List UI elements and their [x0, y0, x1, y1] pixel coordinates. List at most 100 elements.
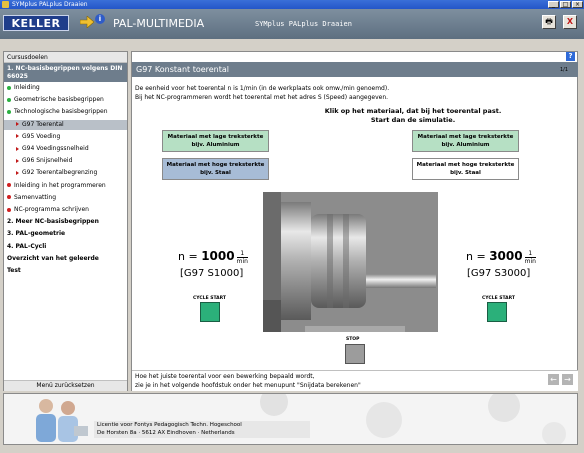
bullet-icon — [7, 183, 11, 188]
bullet-icon — [7, 195, 11, 200]
help-icon[interactable]: ? — [566, 52, 575, 61]
lathe-simulation — [263, 192, 438, 332]
button-sublabel: bijv. Staal — [200, 170, 231, 176]
material-low-strength-button-left[interactable]: Materiaal met lage treksterkte bijv. Alu… — [162, 130, 269, 152]
stop-button[interactable] — [345, 344, 365, 364]
sidebar-item[interactable]: G95 Voeding — [4, 132, 127, 142]
reset-menu-button[interactable]: Menü zurücksetzen — [4, 380, 127, 391]
course-title: SYMplus PALplus Draaien — [255, 20, 352, 28]
intro-text: De eenheid voor het toerental n is 1/min… — [135, 84, 389, 102]
page-title: G97 Konstant toerental — [132, 62, 578, 77]
gcode-left: [G97 S1000] — [180, 268, 244, 279]
stop-label: STOP — [346, 337, 360, 342]
sidebar-item[interactable]: G94 Voedingssnelheid — [4, 144, 127, 154]
arrow-right-icon: → — [564, 375, 571, 384]
cycle-start-label-left: CYCLE START — [193, 296, 226, 301]
sidebar-item-label: 2. Meer NC-basisbegrippen — [7, 218, 99, 226]
spindle-graphic — [263, 192, 438, 332]
arrow-left-icon: ← — [550, 375, 557, 384]
sidebar-item-label: Overzicht van het geleerde — [7, 254, 99, 262]
material-low-strength-button-right[interactable]: Materiaal met lage treksterkte bijv. Alu… — [412, 130, 519, 152]
button-sublabel: bijv. Staal — [450, 170, 481, 176]
intro-line: Bij het NC-programmeren wordt het toeren… — [135, 94, 389, 101]
license-text: Licentie voor Fontys Pedagogisch Techn. … — [94, 421, 310, 438]
prev-page-button[interactable]: ← — [548, 374, 559, 385]
gcode-right: [G97 S3000] — [467, 268, 531, 279]
sidebar-item-label: G95 Voeding — [22, 132, 61, 140]
sidebar-item[interactable]: Samenvatting — [4, 193, 127, 203]
license-line: De Horsten 8a · 5612 AX Eindhoven · Neth… — [97, 430, 235, 436]
triangle-bullet-icon — [16, 146, 19, 151]
triangle-bullet-icon — [16, 158, 19, 163]
sidebar-item-label: G96 Snijsnelheid — [22, 157, 73, 165]
maximize-button[interactable]: □ — [560, 1, 571, 8]
sidebar-item-label: Inleiding — [14, 84, 40, 91]
sidebar-item[interactable]: Technologische basisbegrippen — [4, 107, 127, 117]
sidebar-item[interactable]: NC-programma schrijven — [4, 205, 127, 215]
cycle-start-label-right: CYCLE START — [482, 296, 515, 301]
sidebar-item[interactable]: Overzicht van het geleerde — [4, 254, 127, 264]
minimize-button[interactable]: _ — [548, 1, 559, 8]
cycle-start-button-right[interactable] — [487, 302, 507, 322]
sidebar-item-label: 3. PAL-geometrie — [7, 230, 66, 238]
fraction-numerator: 1 — [528, 249, 533, 257]
print-icon: 🖶 — [545, 17, 553, 26]
exit-button[interactable]: X — [563, 15, 577, 29]
sidebar-item[interactable]: 4. PAL-Cycli — [4, 242, 127, 252]
window-close-button[interactable]: × — [572, 1, 583, 8]
sidebar-item[interactable]: Test — [4, 266, 127, 276]
button-label: Materiaal met lage treksterkte — [167, 134, 264, 140]
footer-line: zie je in het volgende hoofdstuk onder h… — [135, 382, 361, 389]
instruction-text: Klik op het materiaal, dat bij het toere… — [300, 107, 526, 125]
window-title: SYMplus PALplus Draaien — [12, 1, 88, 8]
button-label: Materiaal met lage treksterkte — [417, 134, 514, 140]
material-high-strength-button-right[interactable]: Materiaal met hoge treksterkte bijv. Sta… — [412, 158, 519, 180]
sidebar-item-label: Samenvatting — [14, 193, 57, 201]
fraction-denominator: min — [236, 256, 248, 265]
button-label: Materiaal met hoge treksterkte — [416, 162, 515, 168]
next-page-button[interactable]: → — [562, 374, 573, 385]
instruction-line: Start dan de simulatie. — [370, 116, 456, 124]
intro-line: De eenheid voor het toerental n is 1/min… — [135, 85, 390, 92]
fraction-denominator: min — [524, 256, 536, 265]
material-high-strength-button-left[interactable]: Materiaal met hoge treksterkte bijv. Sta… — [162, 158, 269, 180]
sidebar-item-label: NC-programma schrijven — [14, 206, 89, 213]
sidebar-item-label: G97 Toerental — [22, 120, 64, 128]
sidebar-item[interactable]: Geometrische basisbegrippen — [4, 95, 127, 105]
sidebar-item-label: Technologische basisbegrippen — [14, 108, 108, 116]
sidebar-item[interactable]: 3. PAL-geometrie — [4, 229, 127, 239]
instruction-line: Klik op het materiaal, dat bij het toere… — [324, 107, 502, 115]
sidebar-item-label: 4. PAL-Cycli — [7, 242, 47, 250]
sidebar-item-label: G94 Voedingssnelheid — [22, 145, 89, 152]
formula-prefix: n = — [178, 250, 202, 263]
speed-formula-left: n = 1000 1 min — [178, 249, 248, 265]
print-button[interactable]: 🖶 — [542, 15, 556, 29]
triangle-bullet-icon — [16, 134, 19, 139]
license-banner: Licentie voor Fontys Pedagogisch Techn. … — [3, 393, 578, 445]
button-label: Materiaal met hoge treksterkte — [166, 162, 265, 168]
sidebar-item[interactable]: G92 Toerentalbegrenzing — [4, 168, 127, 178]
page-indicator: 1/1 — [560, 67, 569, 73]
app-icon — [2, 1, 9, 8]
keller-logo: KELLER — [3, 15, 69, 31]
sidebar-selected-chapter[interactable]: 1. NC-basisbegrippen volgens DIN 66025 — [4, 63, 127, 82]
sidebar-item[interactable]: 2. Meer NC-basisbegrippen — [4, 217, 127, 227]
cycle-start-button-left[interactable] — [200, 302, 220, 322]
license-line: Licentie voor Fontys Pedagogisch Techn. … — [97, 422, 242, 428]
sidebar-item[interactable]: Inleiding in het programmeren — [4, 181, 127, 191]
sidebar-item-label: Geometrische basisbegrippen — [14, 96, 104, 104]
footer-text: Hoe het juiste toerental voor een bewerk… — [135, 372, 361, 390]
bullet-icon — [7, 85, 11, 90]
sidebar-item[interactable]: Inleiding — [4, 83, 127, 93]
sidebar-item-label: Inleiding in het programmeren — [14, 181, 106, 189]
people-illustration-icon — [36, 399, 88, 442]
sidebar-item[interactable]: G97 Toerental — [4, 119, 127, 130]
sidebar-item-label: G92 Toerentalbegrenzing — [22, 169, 98, 177]
course-sidebar: Cursusdoelen 1. NC-basisbegrippen volgen… — [3, 51, 128, 391]
app-name: PAL-MULTIMEDIA — [113, 17, 205, 30]
speed-formula-right: n = 3000 1 min — [466, 249, 536, 265]
button-sublabel: bijv. Aluminium — [441, 142, 490, 148]
close-icon: X — [566, 17, 574, 26]
sidebar-item[interactable]: G96 Snijsnelheid — [4, 156, 127, 166]
speed-value: 1000 — [201, 249, 235, 263]
